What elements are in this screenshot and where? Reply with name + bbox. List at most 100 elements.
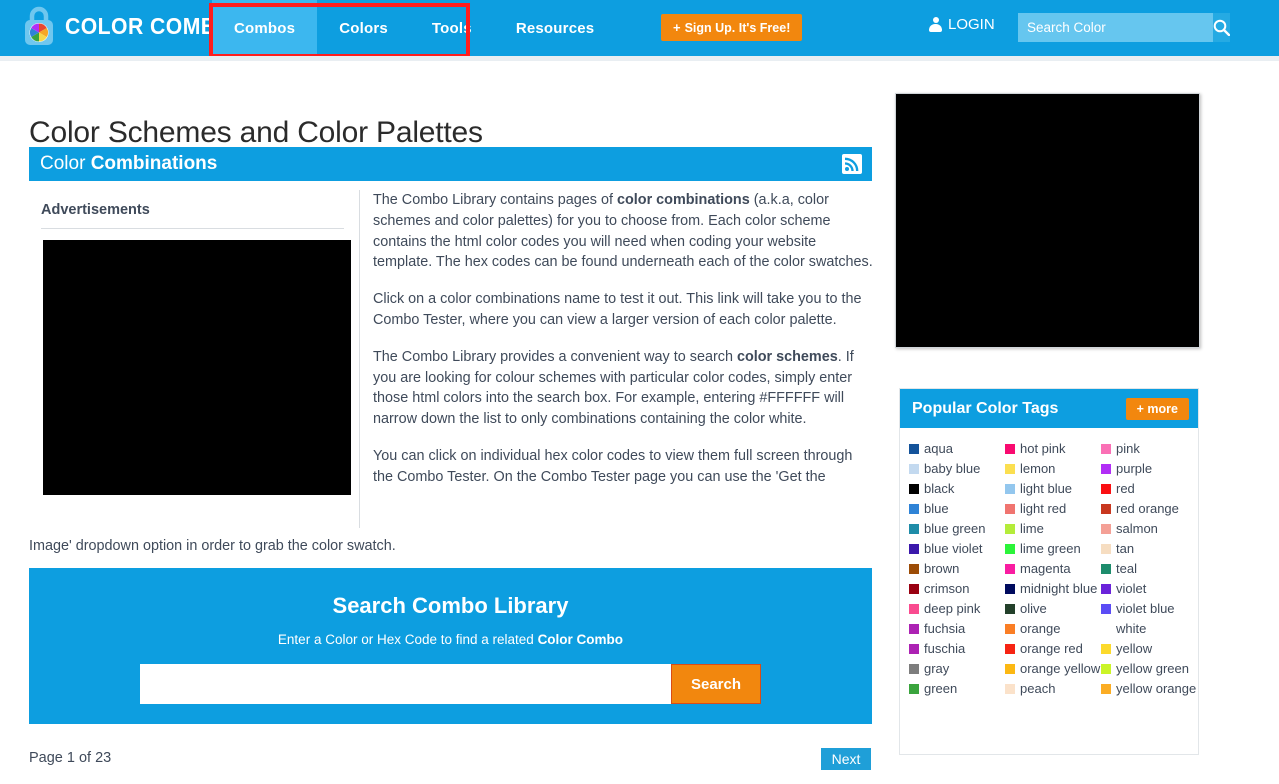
color-tag-red[interactable]: red: [1101, 479, 1197, 499]
color-tag-label: fuchsia: [924, 621, 966, 636]
color-swatch: [1101, 564, 1111, 574]
color-tag-label: peach: [1020, 681, 1056, 696]
color-swatch: [1101, 504, 1111, 514]
sign-up-button[interactable]: + Sign Up. It's Free!: [661, 14, 803, 41]
color-swatch: [1005, 624, 1015, 634]
advertisement-banner-right[interactable]: [895, 93, 1200, 348]
advertisement-banner-left[interactable]: [43, 240, 351, 495]
combo-search-button[interactable]: Search: [671, 664, 761, 704]
color-swatch: [909, 464, 919, 474]
color-swatch: [909, 624, 919, 634]
color-tag-brown[interactable]: brown: [909, 559, 1005, 579]
header-underline: [0, 56, 1279, 61]
color-tag-orange-red[interactable]: orange red: [1005, 639, 1101, 659]
color-tag-fuschia[interactable]: fuschia: [909, 639, 1005, 659]
color-tag-label: black: [924, 481, 955, 496]
search-panel-subtitle: Enter a Color or Hex Code to find a rela…: [29, 632, 872, 647]
color-tag-teal[interactable]: teal: [1101, 559, 1197, 579]
color-tag-label: yellow green: [1116, 661, 1189, 676]
color-swatch: [1005, 584, 1015, 594]
intro-copy: The Combo Library contains pages of colo…: [373, 190, 873, 504]
color-tag-pink[interactable]: pink: [1101, 439, 1197, 459]
color-tag-label: salmon: [1116, 521, 1158, 536]
color-tag-label: pink: [1116, 441, 1140, 456]
color-tag-yellow-orange[interactable]: yellow orange: [1101, 679, 1197, 699]
color-tag-lime[interactable]: lime: [1005, 519, 1101, 539]
color-swatch: [1101, 524, 1111, 534]
color-swatch: [1101, 464, 1111, 474]
page-status: Page 1 of 23: [29, 750, 112, 766]
color-tag-label: deep pink: [924, 601, 981, 616]
color-swatch: [1005, 444, 1015, 454]
color-tag-violet-blue[interactable]: violet blue: [1101, 599, 1197, 619]
color-tag-light-blue[interactable]: light blue: [1005, 479, 1101, 499]
color-tag-label: lime: [1020, 521, 1044, 536]
color-tag-violet[interactable]: violet: [1101, 579, 1197, 599]
color-tag-green[interactable]: green: [909, 679, 1005, 699]
color-tag-label: violet: [1116, 581, 1147, 596]
color-tag-crimson[interactable]: crimson: [909, 579, 1005, 599]
color-tag-magenta[interactable]: magenta: [1005, 559, 1101, 579]
color-tag-black[interactable]: black: [909, 479, 1005, 499]
advertisements-label: Advertisements: [41, 202, 150, 218]
color-tag-deep-pink[interactable]: deep pink: [909, 599, 1005, 619]
color-tag-label: orange yellow: [1020, 661, 1101, 676]
next-page-button[interactable]: Next: [821, 748, 871, 770]
search-input[interactable]: [1018, 13, 1213, 42]
color-swatch: [1005, 604, 1015, 614]
color-tag-tan[interactable]: tan: [1101, 539, 1197, 559]
color-tag-aqua[interactable]: aqua: [909, 439, 1005, 459]
color-tag-label: white: [1116, 621, 1147, 636]
color-tag-lime-green[interactable]: lime green: [1005, 539, 1101, 559]
color-tag-baby-blue[interactable]: baby blue: [909, 459, 1005, 479]
color-swatch: [909, 584, 919, 594]
color-tag-fuchsia[interactable]: fuchsia: [909, 619, 1005, 639]
color-tag-blue-violet[interactable]: blue violet: [909, 539, 1005, 559]
plus-icon: +: [673, 20, 681, 35]
color-tag-label: yellow: [1116, 641, 1153, 656]
combo-search-input[interactable]: [140, 664, 671, 704]
nav-item-tools[interactable]: Tools: [410, 0, 494, 56]
color-tag-label: magenta: [1020, 561, 1071, 576]
color-tag-orange-yellow[interactable]: orange yellow: [1005, 659, 1101, 679]
color-tag-light-red[interactable]: light red: [1005, 499, 1101, 519]
color-swatch: [1005, 464, 1015, 474]
color-swatch: [909, 684, 919, 694]
nav-item-combos[interactable]: Combos: [212, 0, 318, 56]
color-tag-olive[interactable]: olive: [1005, 599, 1101, 619]
color-swatch: [909, 564, 919, 574]
color-tag-white[interactable]: white: [1101, 619, 1197, 639]
color-swatch: [1101, 544, 1111, 554]
color-tag-red-orange[interactable]: red orange: [1101, 499, 1197, 519]
nav-item-colors[interactable]: Colors: [317, 0, 410, 56]
copy-p3-bold: color schemes: [736, 348, 838, 365]
rss-feed-icon[interactable]: [842, 154, 862, 174]
color-tag-blue-green[interactable]: blue green: [909, 519, 1005, 539]
color-tag-label: light blue: [1020, 481, 1073, 496]
color-swatch: [1005, 524, 1015, 534]
color-swatch: [1101, 624, 1111, 634]
popular-color-tags-panel: Popular Color Tags + more aqua baby blue b…: [899, 388, 1199, 755]
color-tag-purple[interactable]: purple: [1101, 459, 1197, 479]
page-title: Color Schemes and Color Palettes: [29, 116, 483, 150]
color-tag-blue[interactable]: blue: [909, 499, 1005, 519]
color-swatch: [1101, 584, 1111, 594]
color-tag-label: purple: [1116, 461, 1153, 476]
color-swatch: [1005, 644, 1015, 654]
color-tag-salmon[interactable]: salmon: [1101, 519, 1197, 539]
color-tag-orange[interactable]: orange: [1005, 619, 1101, 639]
color-tag-lemon[interactable]: lemon: [1005, 459, 1101, 479]
color-tag-label: gray: [924, 661, 950, 676]
color-tag-midnight-blue[interactable]: midnight blue: [1005, 579, 1101, 599]
color-tag-peach[interactable]: peach: [1005, 679, 1101, 699]
more-tags-button[interactable]: + more: [1125, 397, 1189, 420]
color-swatch: [1101, 664, 1111, 674]
color-tag-label: aqua: [924, 441, 953, 456]
login-button[interactable]: LOGIN: [929, 16, 995, 33]
nav-item-resources[interactable]: Resources: [494, 0, 617, 56]
color-tag-yellow-green[interactable]: yellow green: [1101, 659, 1197, 679]
color-tag-gray[interactable]: gray: [909, 659, 1005, 679]
search-submit-button[interactable]: [1213, 13, 1230, 42]
color-tag-hot-pink[interactable]: hot pink: [1005, 439, 1101, 459]
color-tag-yellow[interactable]: yellow: [1101, 639, 1197, 659]
